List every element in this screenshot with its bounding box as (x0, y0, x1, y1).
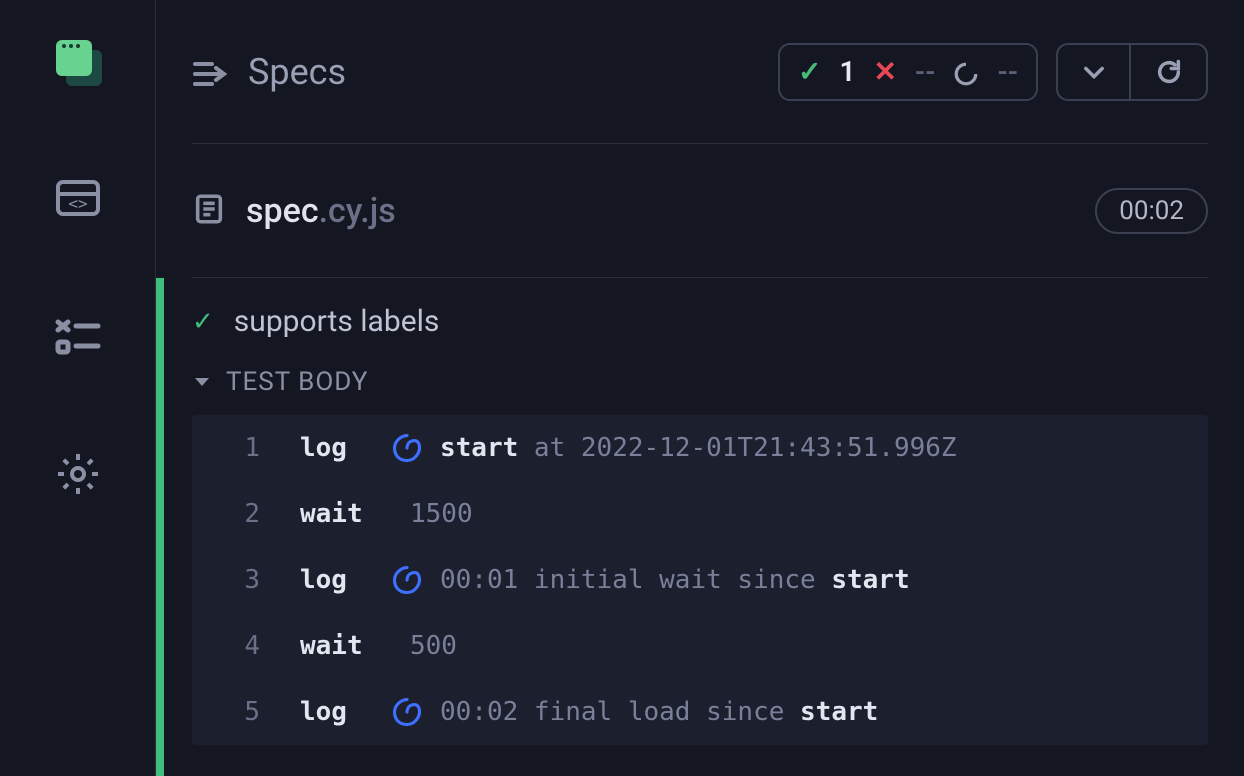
command-name: log (300, 697, 392, 727)
test-title-text: supports labels (234, 304, 440, 339)
test-block: ✓ supports labels TEST BODY 1 log start at… (156, 278, 1208, 776)
main-panel: Specs ✓ 1 ✕ -- -- (156, 0, 1244, 776)
test-status-pill[interactable]: ✓ 1 ✕ -- -- (778, 43, 1038, 101)
spiral-icon (392, 433, 422, 463)
log-row[interactable]: 4 wait 500 (192, 613, 1208, 679)
header: Specs ✓ 1 ✕ -- -- (192, 0, 1208, 144)
expand-dropdown-button[interactable] (1056, 43, 1130, 101)
spiral-icon (392, 565, 422, 595)
section-label: TEST BODY (226, 367, 368, 397)
pass-count: 1 (839, 55, 855, 88)
chevron-down-icon (192, 372, 212, 392)
log-message: 00:01 initial wait since start (440, 565, 910, 595)
reload-button[interactable] (1130, 43, 1208, 101)
app-logo (56, 40, 100, 84)
line-number: 3 (220, 565, 260, 595)
line-number: 1 (220, 433, 260, 463)
log-row[interactable]: 5 log 00:02 final load since start (192, 679, 1208, 745)
spiral-icon (392, 697, 422, 727)
spec-file-row[interactable]: spec.cy.js 00:02 (192, 144, 1208, 278)
chevron-down-icon (1080, 58, 1108, 86)
test-body-toggle[interactable]: TEST BODY (192, 367, 1208, 397)
command-name: wait (300, 499, 392, 529)
log-row[interactable]: 2 wait 1500 (192, 481, 1208, 547)
line-number: 2 (220, 499, 260, 529)
page-title-text: Specs (248, 51, 346, 93)
file-icon (192, 192, 226, 230)
log-message: 500 (410, 631, 457, 661)
reload-icon (1155, 58, 1183, 86)
browser-nav-icon[interactable]: <> (54, 174, 102, 222)
sidebar: <> (0, 0, 156, 776)
log-row[interactable]: 1 log start at 2022-12-01T21:43:51.996Z (192, 415, 1208, 481)
pass-check-icon: ✓ (798, 55, 821, 88)
test-pass-icon: ✓ (192, 307, 214, 337)
log-message: 1500 (410, 499, 473, 529)
command-name: log (300, 565, 392, 595)
test-title-row[interactable]: ✓ supports labels (192, 304, 1208, 339)
line-number: 5 (220, 697, 260, 727)
command-name: log (300, 433, 392, 463)
log-message: start at 2022-12-01T21:43:51.996Z (440, 433, 957, 463)
command-name: wait (300, 631, 392, 661)
log-message: 00:02 final load since start (440, 697, 878, 727)
line-number: 4 (220, 631, 260, 661)
spec-filename: spec.cy.js (246, 191, 396, 231)
settings-nav-icon[interactable] (54, 450, 102, 498)
fail-count: -- (915, 55, 936, 88)
duration-badge: 00:02 (1095, 188, 1208, 234)
specs-icon (192, 54, 228, 90)
svg-text:<>: <> (68, 194, 87, 213)
fail-x-icon: ✕ (873, 55, 896, 88)
pending-count: -- (997, 55, 1018, 88)
page-title: Specs (192, 51, 346, 93)
command-log: 1 log start at 2022-12-01T21:43:51.996Z 2 wa… (192, 415, 1208, 745)
log-row[interactable]: 3 log 00:01 initial wait since start (192, 547, 1208, 613)
runs-nav-icon[interactable] (54, 312, 102, 360)
pending-icon (953, 55, 979, 88)
